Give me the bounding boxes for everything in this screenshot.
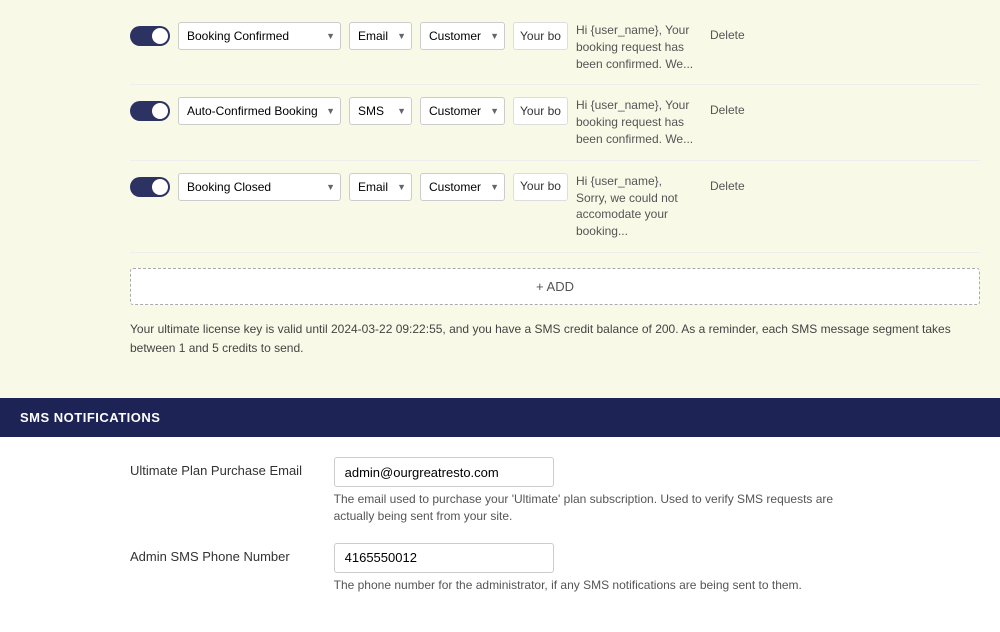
phone-field-label: Admin SMS Phone Number — [130, 543, 330, 564]
message-content: Hi {user_name}, Sorry, we could not acco… — [576, 173, 696, 240]
phone-hint: The phone number for the administrator, … — [334, 577, 802, 594]
email-hint: The email used to purchase your 'Ultimat… — [334, 491, 854, 525]
phone-input[interactable] — [334, 543, 554, 573]
delete-button[interactable]: Delete — [704, 24, 751, 46]
notification-row: Booking ConfirmedAuto-Confirmed BookingB… — [130, 10, 980, 85]
delete-button[interactable]: Delete — [704, 99, 751, 121]
booking-type-select[interactable]: Booking ConfirmedAuto-Confirmed BookingB… — [178, 173, 341, 201]
toggle-1[interactable] — [130, 101, 170, 121]
toggle-2[interactable] — [130, 177, 170, 197]
email-field-label: Ultimate Plan Purchase Email — [130, 457, 330, 478]
recipient-select[interactable]: CustomerAdmin — [420, 97, 505, 125]
channel-select[interactable]: EmailSMS — [349, 97, 412, 125]
delete-button[interactable]: Delete — [704, 175, 751, 197]
recipient-select[interactable]: CustomerAdmin — [420, 22, 505, 50]
add-notification-button[interactable]: + ADD — [130, 268, 980, 305]
channel-select[interactable]: EmailSMS — [349, 22, 412, 50]
message-preview-label[interactable]: Your bo — [513, 22, 568, 50]
booking-type-select[interactable]: Booking ConfirmedAuto-Confirmed BookingB… — [178, 97, 341, 125]
message-content: Hi {user_name}, Your booking request has… — [576, 22, 696, 72]
email-input[interactable] — [334, 457, 554, 487]
toggle-0[interactable] — [130, 26, 170, 46]
channel-select[interactable]: EmailSMS — [349, 173, 412, 201]
sms-section-header: SMS NOTIFICATIONS — [0, 398, 1000, 437]
notification-row: Booking ConfirmedAuto-Confirmed BookingB… — [130, 85, 980, 160]
recipient-select[interactable]: CustomerAdmin — [420, 173, 505, 201]
license-info: Your ultimate license key is valid until… — [130, 320, 980, 358]
notification-row: Booking ConfirmedAuto-Confirmed BookingB… — [130, 161, 980, 253]
message-preview-label[interactable]: Your bo — [513, 97, 568, 125]
message-content: Hi {user_name}, Your booking request has… — [576, 97, 696, 147]
booking-type-select[interactable]: Booking ConfirmedAuto-Confirmed BookingB… — [178, 22, 341, 50]
message-preview-label[interactable]: Your bo — [513, 173, 568, 201]
